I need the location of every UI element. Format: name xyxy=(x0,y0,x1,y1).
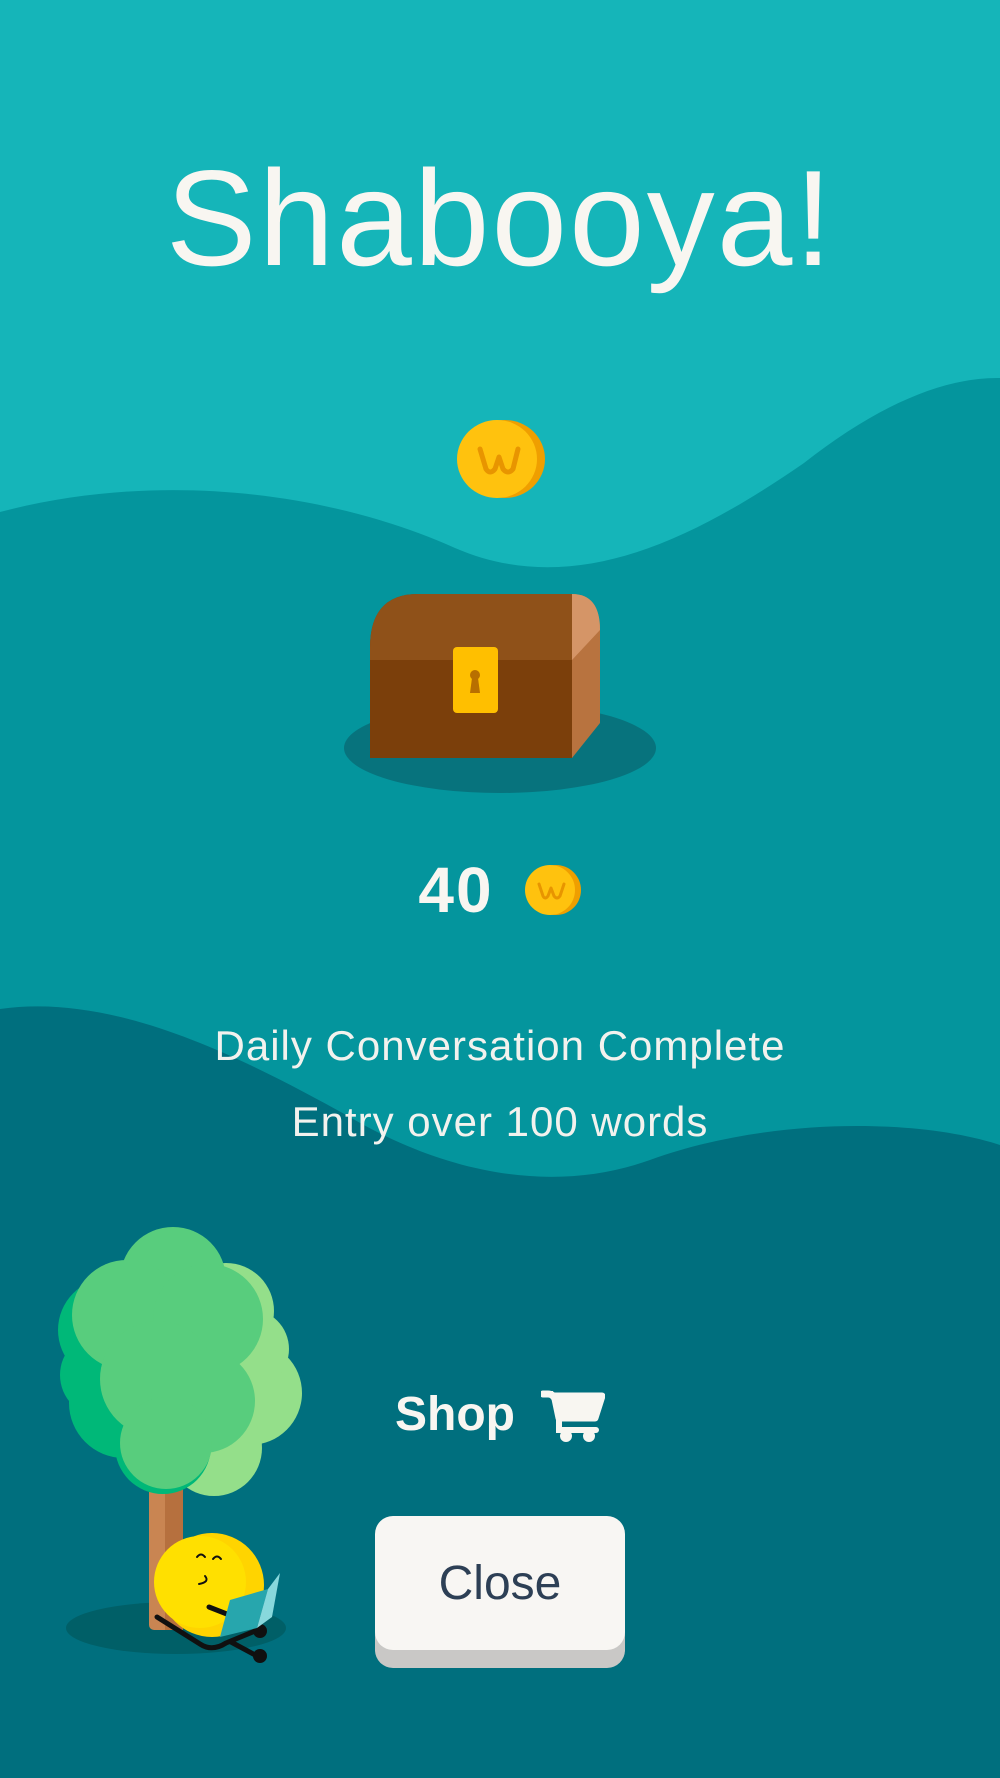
reading-character-under-tree-illustration xyxy=(58,1227,302,1663)
reward-amount-row: 40 xyxy=(0,850,1000,930)
coin-icon xyxy=(524,865,581,915)
shopping-cart-icon xyxy=(540,1390,605,1442)
reward-amount: 40 xyxy=(418,854,494,926)
page-title: Shabooya! xyxy=(165,142,835,294)
close-button[interactable]: Close xyxy=(375,1516,625,1650)
shop-link[interactable]: Shop xyxy=(395,1385,610,1445)
treasure-chest-icon xyxy=(344,594,656,793)
achievement-daily-conversation: Daily Conversation Complete xyxy=(214,1022,786,1069)
coin-icon xyxy=(457,420,545,498)
reward-screen: Shabooya! 40 Daily Conversation Complete… xyxy=(0,0,1000,1778)
achievement-entry-words: Entry over 100 words xyxy=(291,1098,709,1145)
shop-label: Shop xyxy=(395,1388,515,1441)
